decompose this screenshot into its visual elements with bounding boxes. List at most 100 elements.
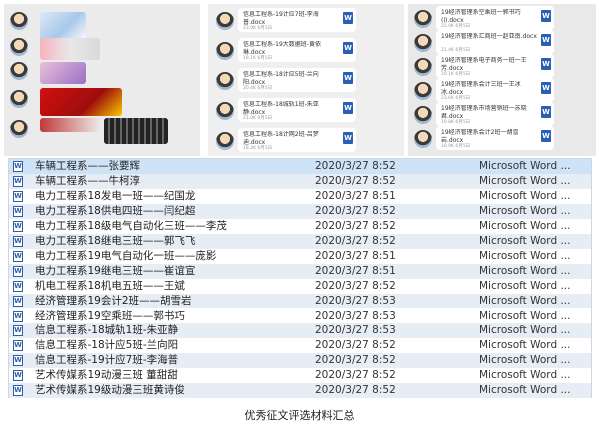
file-bubble-size: 22.0K 6月5日 [441, 24, 471, 29]
image-thumbnail[interactable] [40, 118, 102, 132]
file-row[interactable]: 电力工程系19继电三班——崔谊宣 2020/3/27 8:51 Microsof… [9, 263, 591, 279]
chat-panel-files-middle: 信息工程系-19计应7班-李海普.docx 23.0K 6月5日 W 信息工程系… [208, 4, 404, 156]
file-name: 艺术传媒系19动漫三班 董甜甜 [35, 369, 178, 382]
file-row[interactable]: 机电工程系18机电五班——王斌 2020/3/27 8:52 Microsoft… [9, 279, 591, 294]
avatar [216, 132, 234, 150]
file-bubble[interactable]: 19经济管理系会计三班一王冰冰.docx 23.6K 6月5日 W [436, 78, 554, 102]
file-bubble-size: 20.1K 6月5日 [441, 72, 471, 77]
file-name: 电力工程系19继电三班——崔谊宣 [35, 264, 196, 277]
file-bubble-size: 18.9K 6月5日 [441, 144, 471, 149]
file-row[interactable]: 经济管理系19空乘班——郭书巧 2020/3/27 8:53 Microsoft… [9, 309, 591, 324]
file-row[interactable]: 艺术传媒系19动漫三班 董甜甜 2020/3/27 8:52 Microsoft… [9, 368, 591, 383]
word-document-icon [13, 175, 23, 187]
file-row[interactable]: 车辆工程系——张要辉 2020/3/27 8:52 Microsoft Word… [9, 159, 591, 174]
avatar [216, 102, 234, 120]
file-row[interactable]: 信息工程系-18城轨1班-朱亚静 2020/3/27 8:53 Microsof… [9, 323, 591, 339]
file-bubble[interactable]: 19经济管理系市场营销班一苏晓君.docx 19.8K 6月5日 W [436, 102, 554, 126]
word-file-icon: W [343, 102, 353, 114]
file-bubble[interactable]: 19经济管理系会计2班一胡雪岩.docx 18.9K 6月5日 W [436, 126, 554, 150]
file-row[interactable]: 艺术传媒系19级动漫三班黄诗俊 2020/3/27 8:52 Microsoft… [9, 383, 591, 399]
word-document-icon [13, 265, 23, 277]
file-bubble-size: 18.2K 6月5日 [243, 146, 273, 151]
avatar [216, 12, 234, 30]
file-list: 车辆工程系——张要辉 2020/3/27 8:52 Microsoft Word… [8, 158, 592, 399]
file-name: 信息工程系-18城轨1班-朱亚静 [35, 324, 179, 337]
file-bubble[interactable]: 信息工程系-19大数据班-黄依琳.docx 19.1K 6月5日 W [238, 38, 356, 62]
file-type: Microsoft Word ... [479, 204, 571, 217]
file-name: 经济管理系19空乘班——郭书巧 [35, 309, 185, 322]
file-type: Microsoft Word ... [479, 369, 571, 382]
file-type: Microsoft Word ... [479, 324, 571, 337]
avatar [414, 82, 432, 100]
avatar [414, 130, 432, 148]
file-bubble[interactable]: 信息工程系-18城轨1班-朱亚静.docx 21.0K 6月5日 W [238, 98, 356, 122]
file-type: Microsoft Word ... [479, 294, 571, 307]
image-thumbnail[interactable] [104, 118, 168, 144]
file-row[interactable]: 经济管理系19会计2班——胡雪岩 2020/3/27 8:53 Microsof… [9, 293, 591, 309]
file-row[interactable]: 信息工程系-19计应7班-李海普 2020/3/27 8:52 Microsof… [9, 353, 591, 369]
word-file-icon: W [343, 12, 353, 24]
file-type: Microsoft Word ... [479, 384, 571, 397]
word-document-icon [13, 280, 23, 292]
file-date: 2020/3/27 8:52 [315, 174, 396, 187]
word-document-icon [13, 340, 23, 352]
file-bubble[interactable]: 信息工程系-19计应7班-李海普.docx 23.0K 6月5日 W [238, 8, 356, 32]
file-row[interactable]: 信息工程系-18计应5班-兰向阳 2020/3/27 8:52 Microsof… [9, 338, 591, 353]
file-name: 机电工程系18机电五班——王斌 [35, 279, 185, 292]
avatar [414, 58, 432, 76]
file-row[interactable]: 电力工程系18发电一班——纪国龙 2020/3/27 8:51 Microsof… [9, 189, 591, 204]
file-row[interactable]: 电力工程系18供电四班——闫纪超 2020/3/27 8:52 Microsof… [9, 203, 591, 219]
file-row[interactable]: 电力工程系18继电三班——郭飞飞 2020/3/27 8:52 Microsof… [9, 233, 591, 249]
avatar [216, 72, 234, 90]
avatar [414, 34, 432, 52]
file-name: 电力工程系18供电四班——闫纪超 [35, 204, 196, 217]
file-bubble-size: 21.4K 6月5日 [441, 48, 471, 53]
image-thumbnail[interactable] [40, 38, 100, 60]
word-file-icon: W [541, 10, 551, 22]
file-row[interactable]: 电力工程系19电气自动化一班——庞影 2020/3/27 8:51 Micros… [9, 249, 591, 264]
file-date: 2020/3/27 8:51 [315, 249, 396, 262]
file-type: Microsoft Word ... [479, 279, 571, 292]
avatar [10, 62, 28, 80]
avatar [216, 42, 234, 60]
word-document-icon [13, 325, 23, 337]
file-bubble-size: 21.0K 6月5日 [243, 116, 273, 121]
image-thumbnail[interactable] [40, 88, 122, 116]
file-date: 2020/3/27 8:51 [315, 264, 396, 277]
file-type: Microsoft Word ... [479, 160, 571, 172]
file-type: Microsoft Word ... [479, 234, 571, 247]
file-name: 信息工程系-18计应5班-兰向阳 [35, 339, 179, 352]
word-document-icon [13, 190, 23, 202]
file-type: Microsoft Word ... [479, 264, 571, 277]
file-name: 车辆工程系——牛柯淳 [35, 174, 140, 187]
file-date: 2020/3/27 8:52 [315, 160, 396, 172]
file-bubble[interactable]: 19经济管理系空乘班一郭书巧(I).docx 22.0K 6月5日 W [436, 6, 554, 30]
file-bubble-size: 19.8K 6月5日 [441, 120, 471, 125]
avatar [414, 10, 432, 28]
file-name: 电力工程系18继电三班——郭飞飞 [35, 234, 196, 247]
image-thumbnail[interactable] [40, 62, 86, 84]
word-document-icon [13, 385, 23, 397]
avatar [10, 120, 28, 138]
word-file-icon: W [541, 130, 551, 142]
word-document-icon [13, 295, 23, 307]
avatar [414, 106, 432, 124]
file-row[interactable]: 车辆工程系——牛柯淳 2020/3/27 8:52 Microsoft Word… [9, 173, 591, 189]
word-file-icon: W [343, 132, 353, 144]
figure-caption: 优秀征文评选材料汇总 [244, 409, 355, 422]
file-bubble[interactable]: 信息工程系-18计应5班-兰向阳.docx 20.4K 6月5日 W [238, 68, 356, 92]
chat-panel-images [4, 4, 200, 156]
file-date: 2020/3/27 8:52 [315, 234, 396, 247]
avatar [10, 90, 28, 108]
word-document-icon [13, 161, 23, 172]
file-date: 2020/3/27 8:52 [315, 339, 396, 352]
file-type: Microsoft Word ... [479, 174, 571, 187]
file-row[interactable]: 电力工程系18级电气自动化三班——李茂 2020/3/27 8:52 Micro… [9, 219, 591, 234]
file-bubble[interactable]: 信息工程系-18计网2班-吕梦迪.docx 18.2K 6月5日 W [238, 128, 356, 152]
file-bubble[interactable]: 19经济管理系电子商务一班一王芳.docx 20.1K 6月5日 W [436, 54, 554, 78]
file-name: 信息工程系-19计应7班-李海普 [35, 354, 179, 367]
chat-panel-files-right: 19经济管理系空乘班一郭书巧(I).docx 22.0K 6月5日 W 19经济… [408, 4, 596, 156]
word-document-icon [13, 355, 23, 367]
chat-screenshot-collage: 信息工程系-19计应7班-李海普.docx 23.0K 6月5日 W 信息工程系… [4, 4, 596, 156]
file-bubble[interactable]: 19经济管理系汇商班一赵亚南.docx 21.4K 6月5日 W [436, 30, 554, 54]
